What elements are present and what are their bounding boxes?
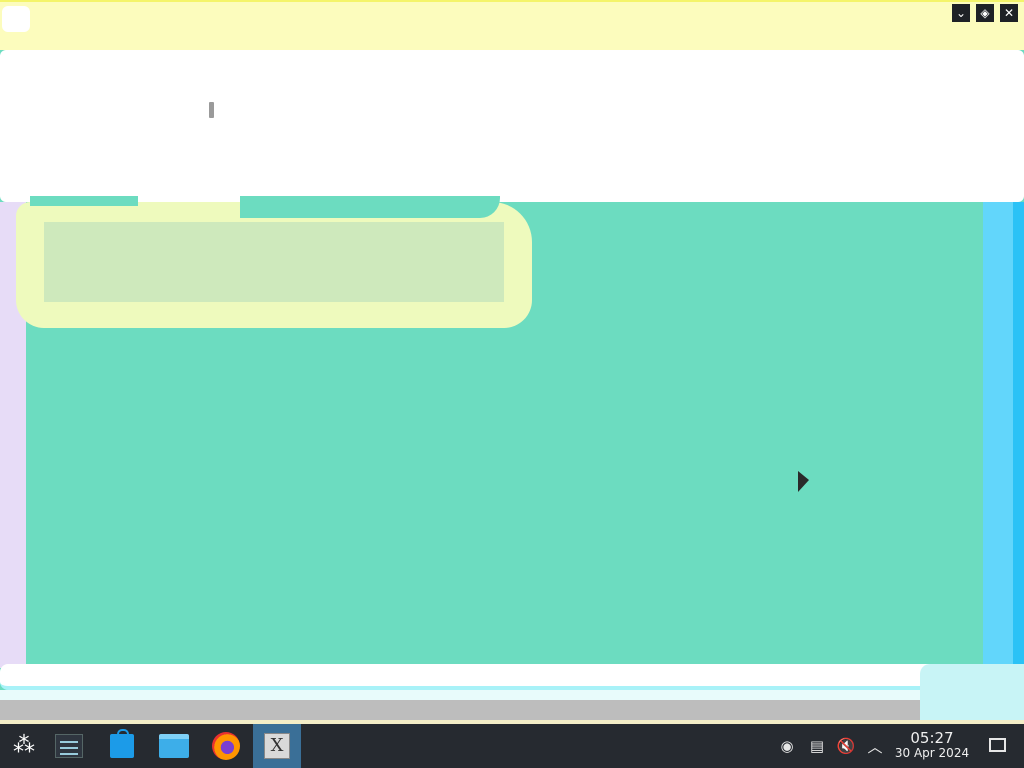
- file-manager-button[interactable]: [150, 724, 198, 768]
- folder-icon: [159, 734, 189, 758]
- highlight-notch: [30, 196, 138, 206]
- taskbar: ⁂ X ◉ ▤ 🔇 ︿ 05:27 30 Apr 2024: [0, 724, 1024, 768]
- diamond-icon: ◈: [980, 6, 990, 20]
- network-tray-button[interactable]: ◉: [776, 724, 798, 768]
- window-app-icon[interactable]: [2, 6, 30, 32]
- close-button[interactable]: ✕: [1000, 4, 1018, 22]
- show-desktop-button[interactable]: [989, 738, 1006, 752]
- clock-date: 30 Apr 2024: [894, 746, 970, 760]
- application-launcher-button[interactable]: ⁂: [0, 724, 48, 768]
- window-bottom-edge: [0, 690, 1024, 700]
- network-icon: ◉: [780, 737, 794, 755]
- launcher-icon: ⁂: [13, 733, 35, 758]
- firefox-icon: [212, 732, 240, 760]
- xterm-icon: X: [264, 733, 290, 759]
- right-scroll-strip[interactable]: [983, 202, 1024, 668]
- volume-tray-button[interactable]: 🔇: [835, 724, 857, 768]
- maximize-button[interactable]: ◈: [976, 4, 994, 22]
- firefox-button[interactable]: [202, 724, 250, 768]
- mouse-pointer-icon: [798, 471, 809, 492]
- xterm-task-button[interactable]: X: [253, 724, 301, 768]
- store-icon: [110, 729, 134, 758]
- discover-store-button[interactable]: [98, 724, 146, 768]
- highlight-notch-2: [240, 196, 500, 218]
- horizontal-scrollbar[interactable]: [0, 700, 920, 720]
- chevron-down-icon: ⌄: [955, 6, 967, 20]
- clock-time: 05:27: [910, 729, 954, 747]
- minimize-button[interactable]: ⌄: [952, 4, 970, 22]
- expand-tray-button[interactable]: ︿: [864, 724, 886, 768]
- window-corner[interactable]: [920, 664, 1024, 724]
- system-settings-button[interactable]: [45, 724, 93, 768]
- volume-muted-icon: 🔇: [836, 737, 856, 755]
- clipboard-tray-button[interactable]: ▤: [806, 724, 828, 768]
- window-titlebar[interactable]: ⌄ ◈ ✕: [0, 0, 1024, 50]
- clipboard-icon: ▤: [809, 737, 825, 755]
- chevron-up-icon: ︿: [867, 737, 883, 756]
- terminal-output-area[interactable]: [0, 50, 1024, 202]
- close-icon: ✕: [1003, 6, 1015, 20]
- text-cursor: [209, 102, 214, 118]
- digital-clock[interactable]: 05:27 30 Apr 2024: [892, 730, 972, 761]
- selection-box: [44, 222, 504, 302]
- settings-icon: [55, 734, 83, 758]
- window-bottom-panel: [0, 664, 1012, 690]
